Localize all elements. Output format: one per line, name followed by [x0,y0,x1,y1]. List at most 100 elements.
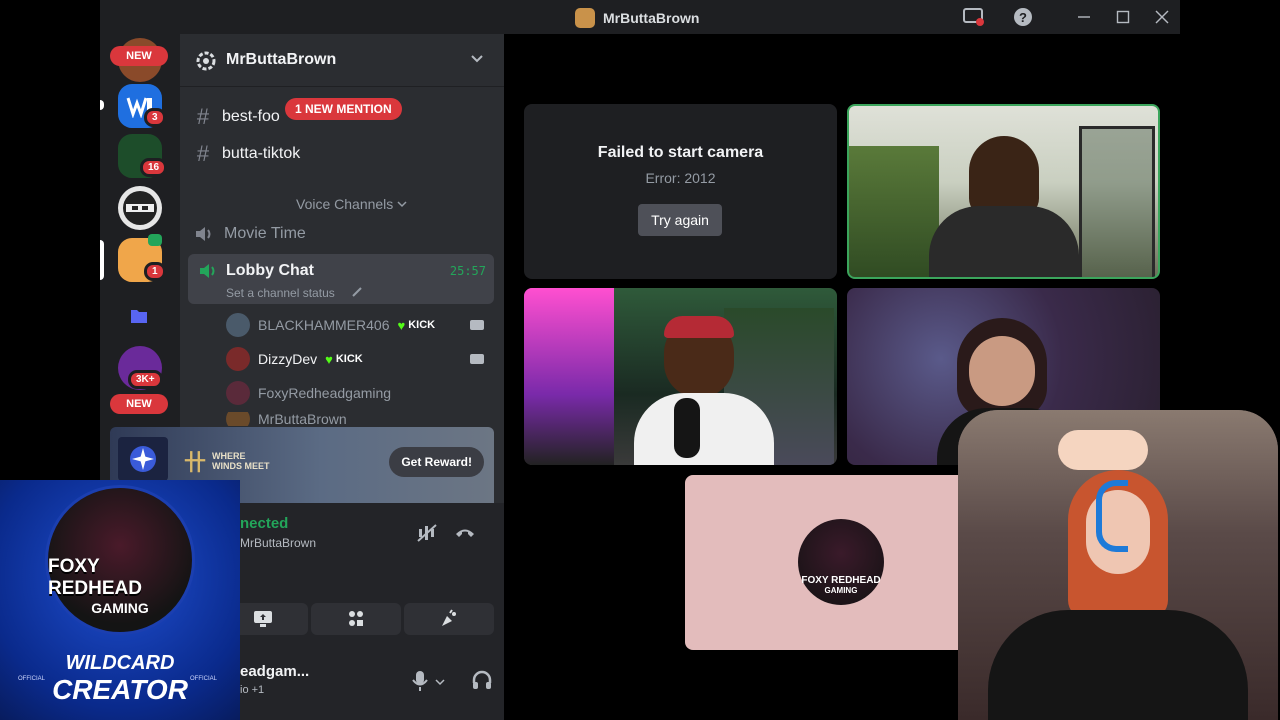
user-name[interactable]: eadgam... [240,663,309,680]
microphone-shape [674,398,700,458]
cat-ears-shape [1058,430,1148,470]
member-name: DizzyDev [258,351,318,367]
selected-indicator [100,240,104,280]
camera-icon [470,320,484,330]
avatar [226,313,250,337]
voice-connected-label[interactable]: nected [240,515,288,532]
microphone-icon[interactable] [412,670,428,692]
kick-tag: ♥ KICK [325,352,363,367]
minimize-icon[interactable] [1072,6,1096,28]
voice-member[interactable]: MrButtaBrown [226,412,347,426]
logo-text-line1: FOXY REDHEAD [48,556,142,599]
tag-label: KICK [408,319,436,331]
maximize-icon[interactable] [1111,6,1135,28]
server-icon-blue[interactable]: 3 [118,84,166,128]
member-name: MrButtaBrown [258,412,347,426]
server-icon-avatar[interactable]: 3K+ [118,346,163,390]
chevron-down-icon[interactable] [435,678,445,686]
avatar-tile[interactable]: FOXY REDHEAD GAMING [685,475,998,650]
camera-error-code: Error: 2012 [645,170,716,186]
badge-count: 3 [144,108,166,127]
cap-shape [664,316,734,338]
new-label-bottom: NEW [110,394,168,414]
member-name: BLACKHAMMER406 [258,317,390,333]
folder-icon[interactable] [130,308,148,324]
server-header[interactable]: MrButtaBrown [180,34,504,87]
activities-icon [349,611,363,626]
channel-label: butta-tiktok [222,145,301,162]
chat-bubble-icon [148,234,162,246]
game-logo: 卄 WHERE WINDS MEET [184,445,272,477]
window-title-text: MrButtaBrown [603,10,700,26]
shelf-shape [1079,126,1155,277]
app-icon [575,8,595,28]
camera-icon [470,354,484,364]
soundboard-icon [442,609,456,626]
soundboard-button[interactable] [404,603,494,635]
camera-error-title: Failed to start camera [597,144,764,161]
server-name: MrButtaBrown [226,51,337,68]
avatar [226,381,250,405]
server-icon-foxhole[interactable]: 16 [118,134,168,178]
person-head [969,136,1039,216]
logo-text-line1: FOXY REDHEAD [801,575,881,586]
official-right: OFFICIAL [190,676,218,682]
gear-badge-icon [196,51,216,71]
voice-server-name[interactable]: MrButtaBrown [240,536,316,550]
webcam-overlay [958,410,1278,720]
video-tile-speaking[interactable] [847,104,1160,279]
help-icon[interactable]: ? [1011,6,1035,28]
foxy-redhead-logo: FOXY REDHEAD GAMING [798,519,884,605]
window-title: MrButtaBrown [575,8,699,28]
official-left: OFFICIAL [18,676,46,682]
disconnect-icon[interactable] [454,525,476,539]
get-reward-button[interactable]: Get Reward! [389,447,484,477]
screen-record-icon[interactable] [962,6,986,28]
call-timer: 25:57 [449,264,486,278]
video-tile-streamer[interactable] [524,288,837,465]
person-shirt [634,393,774,465]
svg-text:?: ? [1019,10,1027,25]
headphones-icon[interactable] [472,670,492,690]
game-logo-mark: 卄 [184,450,207,475]
camera-error-tile: Failed to start camera Error: 2012 Try a… [524,104,837,279]
heart-icon: ♥ [325,351,333,367]
server-icon-ninja[interactable] [118,186,162,230]
voice-member[interactable]: DizzyDev ♥ KICK [226,344,363,374]
screen-share-icon [254,611,272,627]
game-title: WHERE WINDS MEET [212,451,270,471]
foxy-redhead-logo: FOXY REDHEAD GAMING [45,485,195,635]
voice-member[interactable]: FoxyRedheadgaming [226,378,391,408]
channel-label: Lobby Chat [226,262,314,279]
pencil-icon[interactable] [352,287,362,297]
channel-butta-tiktok[interactable]: # butta-tiktok [194,137,494,171]
logo-text-line2: GAMING [824,586,858,595]
badge-count: 1 [144,262,166,281]
channel-status-text[interactable]: Set a channel status [226,286,335,300]
voice-channel-movie-time[interactable]: Movie Time [194,217,494,251]
try-again-button[interactable]: Try again [638,204,722,236]
unread-indicator [100,100,104,110]
noise-suppression-icon[interactable] [416,523,438,543]
logo-text-line2: GAMING [91,600,149,616]
activities-button[interactable] [311,603,401,635]
title-bar: MrButtaBrown ? [100,0,1180,34]
pc-rgb-shape [524,288,614,465]
speaker-icon [200,264,215,278]
channel-label: best-foo [222,108,280,125]
heart-icon: ♥ [397,317,406,333]
badge-count: 3K+ [128,370,163,389]
voice-channel-lobby-chat[interactable]: Lobby Chat 25:57 Set a channel status [188,254,494,304]
headset-shape [1096,480,1128,552]
wildcard-text: WILDCARD [65,652,175,674]
speaker-icon [196,227,211,241]
person-body [929,206,1079,277]
server-icon-mrbuttabrown[interactable]: 1 [118,234,166,282]
voice-channels-header[interactable]: Voice Channels [296,196,407,212]
close-icon[interactable] [1150,6,1174,28]
section-title: Voice Channels [296,196,394,212]
new-mention-pill[interactable]: 1 NEW MENTION [285,98,402,120]
voice-member[interactable]: BLACKHAMMER406 ♥ KICK [226,310,435,340]
hash-icon: # [196,104,210,129]
person-head [969,336,1035,406]
